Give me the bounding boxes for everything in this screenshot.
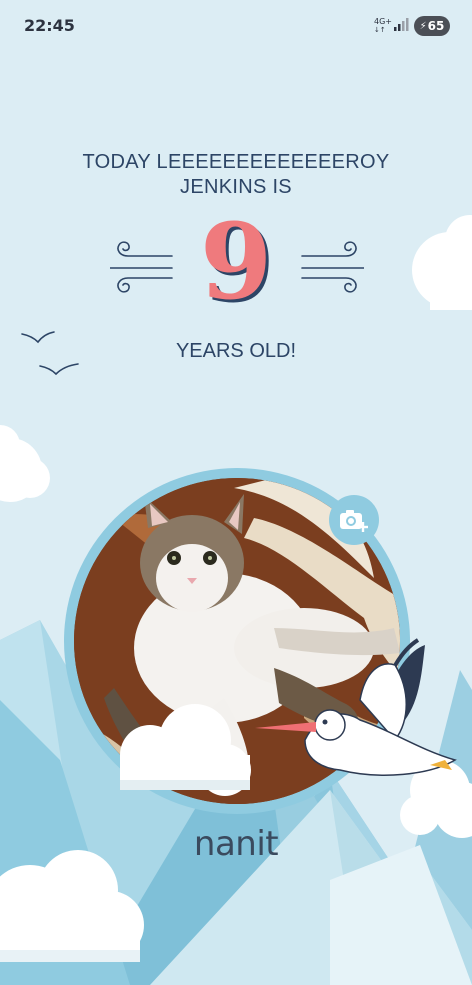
- milestone-screen: 22:45 4G+ ↓↑ ⚡ 65 TODAY LEEEEEEEEEEEEEROY…: [0, 0, 472, 985]
- nanit-logo: nanit: [193, 824, 279, 864]
